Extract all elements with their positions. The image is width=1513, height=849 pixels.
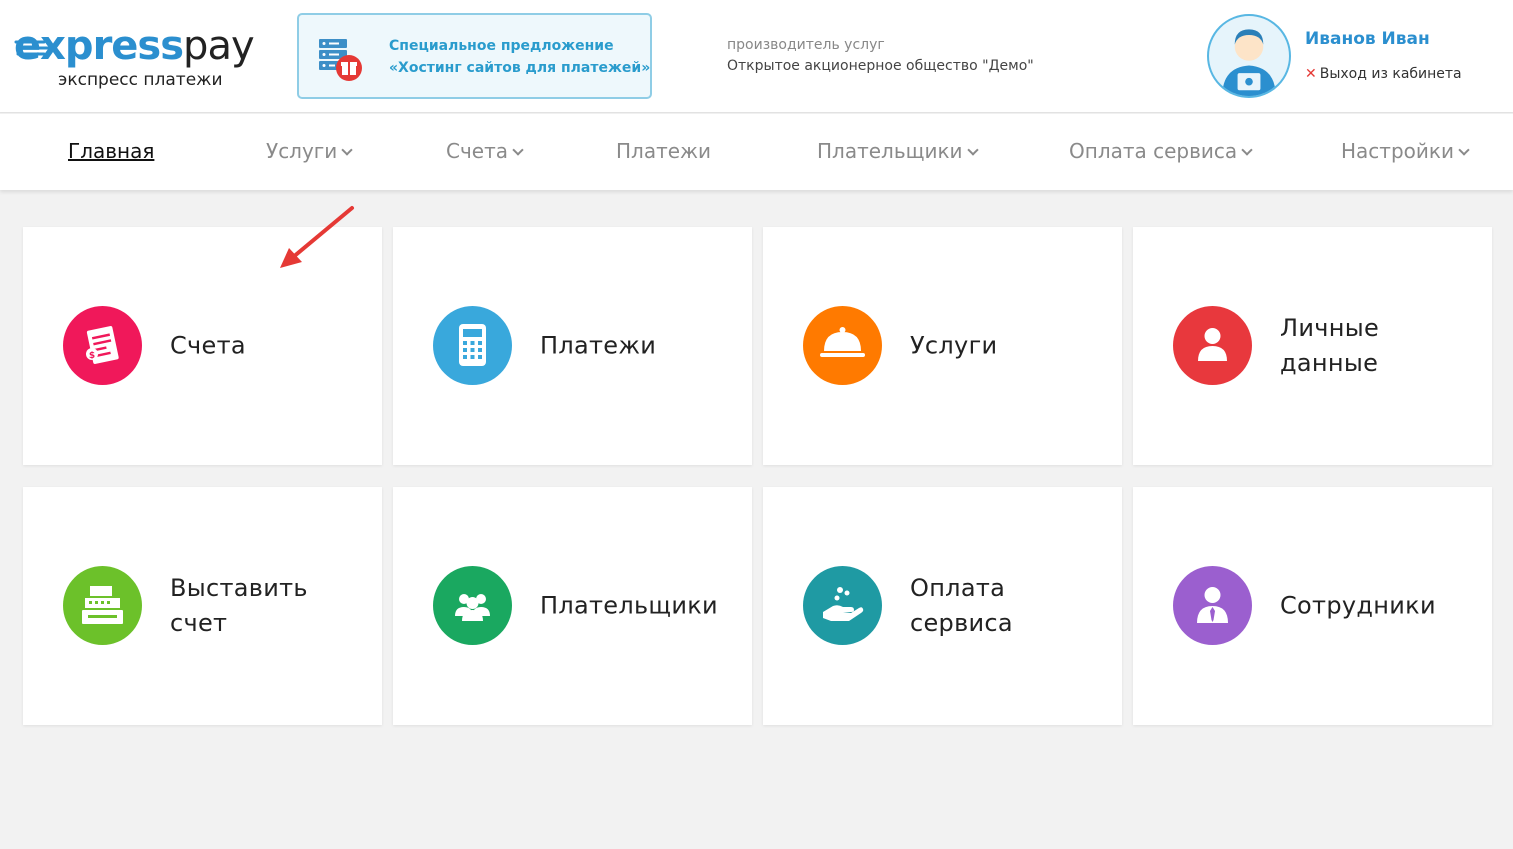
logo-word-pay: pay [183, 23, 255, 69]
tile-label: Счета [170, 331, 246, 360]
provider-name: Открытое акционерное общество "Демо" [727, 58, 1034, 74]
cash-register-icon [63, 566, 142, 645]
expresspay-logo[interactable]: expresspay экспресс платежи [14, 22, 264, 94]
chevron-down-icon [512, 144, 524, 156]
tile-issue-invoice[interactable]: Выставить счет [23, 487, 382, 725]
close-icon: ✕ [1305, 66, 1317, 82]
nav-label: Оплата сервиса [1069, 139, 1238, 163]
logo-subtitle: экспресс платежи [58, 70, 223, 90]
chevron-down-icon [341, 144, 353, 156]
user-avatar-icon [1222, 29, 1276, 96]
avatar[interactable] [1207, 14, 1291, 98]
tile-personal-data[interactable]: Личные данные [1133, 227, 1492, 465]
tile-payments[interactable]: Платежи [393, 227, 752, 465]
nav-label: Настройки [1341, 139, 1454, 163]
calculator-icon [433, 306, 512, 385]
logo-word-express: express [14, 23, 184, 69]
nav-item-settings[interactable]: Настройки [1341, 139, 1470, 163]
tile-employees[interactable]: Сотрудники [1133, 487, 1492, 725]
person-icon [1173, 306, 1252, 385]
nav-label: Услуги [266, 139, 338, 163]
tile-label: Плательщики [540, 591, 718, 620]
nav-item-service-payment[interactable]: Оплата сервиса [1069, 139, 1253, 163]
header: expresspay экспресс платежи Специальное … [0, 0, 1513, 113]
chevron-down-icon [966, 144, 979, 156]
logout-link[interactable]: ✕ Выход из кабинета [1305, 66, 1462, 82]
nav-label: Плательщики [817, 139, 963, 163]
nav-item-services[interactable]: Услуги [266, 139, 353, 163]
nav-label: Счета [446, 139, 508, 163]
invoice-icon: $ [63, 306, 142, 385]
nav-item-payers[interactable]: Плательщики [817, 139, 979, 163]
promo-line-1: Специальное предложение [389, 38, 614, 54]
group-icon [433, 566, 512, 645]
chevron-down-icon [1241, 144, 1253, 156]
service-provider-info: производитель услуг Открытое акционерное… [727, 35, 1034, 77]
user-name[interactable]: Иванов Иван [1305, 29, 1430, 49]
special-offer-banner[interactable]: Специальное предложение «Хостинг сайтов … [297, 13, 652, 99]
tile-service-payment[interactable]: Оплата сервиса [763, 487, 1122, 725]
server-gift-icon [319, 39, 362, 81]
main-navigation: Главная Услуги Счета Платежи Плательщики… [0, 114, 1513, 190]
tile-label: Выставить счет [170, 574, 308, 637]
logo-wordmark: expresspay [14, 23, 255, 69]
employee-icon [1173, 566, 1252, 645]
cloche-icon [803, 306, 882, 385]
tile-label: Оплата сервиса [910, 574, 1013, 637]
svg-text:$: $ [89, 351, 95, 361]
tile-label: Личные данные [1280, 314, 1380, 377]
tile-services[interactable]: Услуги [763, 227, 1122, 465]
tile-payers[interactable]: Плательщики [393, 487, 752, 725]
promo-text: Специальное предложение «Хостинг сайтов … [389, 35, 650, 79]
nav-item-home[interactable]: Главная [68, 139, 154, 163]
tile-label: Услуги [910, 331, 998, 360]
promo-line-2: «Хостинг сайтов для платежей» [389, 60, 651, 76]
nav-item-payments[interactable]: Платежи [616, 139, 711, 163]
annotation-arrow-icon [280, 206, 354, 268]
nav-item-invoices[interactable]: Счета [446, 139, 524, 163]
provider-caption: производитель услуг [727, 37, 885, 53]
tile-label: Платежи [540, 331, 657, 360]
chevron-down-icon [1458, 144, 1470, 156]
hand-coins-icon [803, 566, 882, 645]
logout-label: Выход из кабинета [1319, 66, 1462, 82]
tile-label: Сотрудники [1280, 591, 1436, 620]
